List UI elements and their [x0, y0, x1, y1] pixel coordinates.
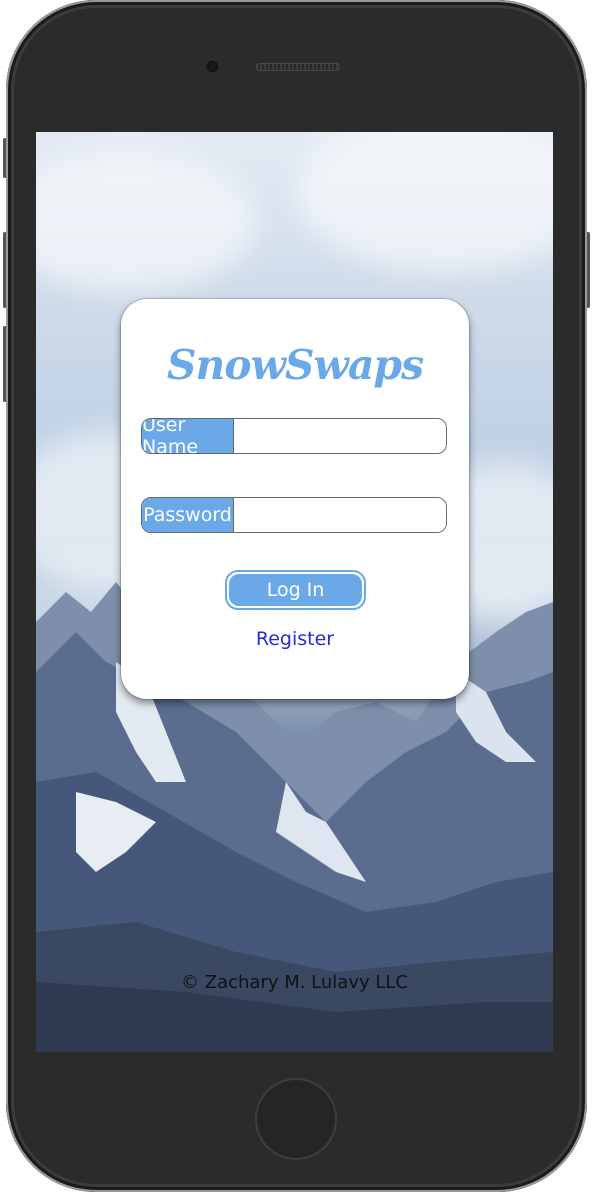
- cloud-decoration: [36, 152, 256, 292]
- brand-title: SnowSwaps: [166, 341, 424, 389]
- password-field: Password: [141, 497, 447, 533]
- cloud-decoration: [296, 132, 553, 272]
- register-link[interactable]: Register: [121, 628, 469, 650]
- password-label: Password: [142, 498, 233, 532]
- login-button-label: Log In: [229, 574, 362, 606]
- login-button[interactable]: Log In: [225, 570, 366, 610]
- password-input[interactable]: [233, 498, 446, 532]
- username-field: User Name: [141, 418, 447, 454]
- username-label: User Name: [142, 419, 233, 453]
- app-screen: SnowSwaps User Name Password Log In Regi…: [36, 132, 553, 1052]
- login-card: SnowSwaps User Name Password Log In Regi…: [121, 299, 469, 699]
- home-button-icon[interactable]: [255, 1078, 337, 1160]
- username-input[interactable]: [233, 419, 446, 453]
- phone-frame: SnowSwaps User Name Password Log In Regi…: [0, 0, 593, 1192]
- copyright-text: © Zachary M. Lulavy LLC: [181, 972, 408, 993]
- speaker-grille-icon: [256, 63, 340, 71]
- camera-icon: [207, 61, 218, 72]
